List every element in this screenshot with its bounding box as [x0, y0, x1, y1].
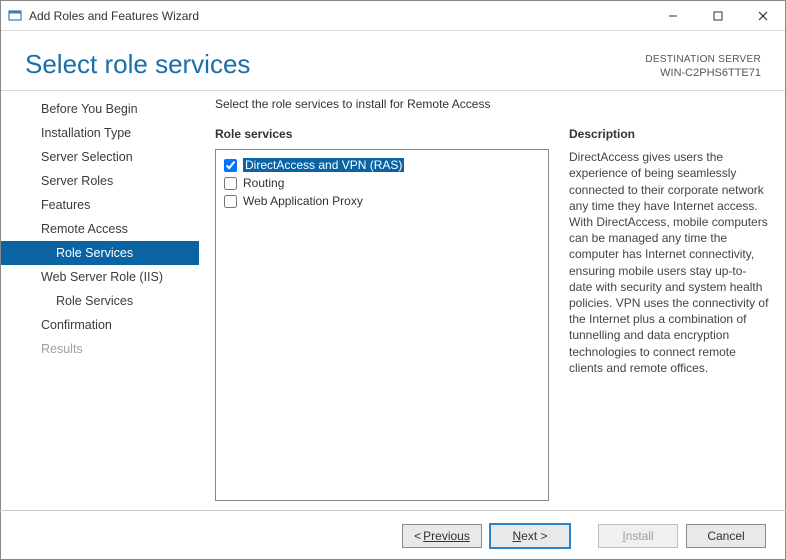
sidebar-item-3[interactable]: Server Roles	[1, 169, 199, 193]
description-heading: Description	[569, 127, 769, 141]
role-service-row-2[interactable]: Web Application Proxy	[222, 192, 542, 210]
sidebar-item-0[interactable]: Before You Begin	[1, 97, 199, 121]
sidebar-item-9[interactable]: Confirmation	[1, 313, 199, 337]
description-text: DirectAccess gives users the experience …	[569, 149, 769, 376]
role-service-label-0: DirectAccess and VPN (RAS)	[243, 158, 404, 172]
role-service-label-2: Web Application Proxy	[243, 194, 363, 208]
install-button: Install	[598, 524, 678, 548]
main-panel: Select the role services to install for …	[199, 91, 785, 501]
sidebar-item-10: Results	[1, 337, 199, 361]
role-service-row-0[interactable]: DirectAccess and VPN (RAS)	[222, 156, 542, 174]
previous-button[interactable]: < Previous	[402, 524, 482, 548]
role-service-checkbox-0[interactable]	[224, 159, 237, 172]
description-column: Description DirectAccess gives users the…	[569, 127, 769, 501]
wizard-sidebar: Before You BeginInstallation TypeServer …	[1, 91, 199, 501]
destination-server: DESTINATION SERVER WIN-C2PHS6TTE71	[645, 53, 761, 80]
sidebar-item-2[interactable]: Server Selection	[1, 145, 199, 169]
role-service-checkbox-1[interactable]	[224, 177, 237, 190]
sidebar-item-4[interactable]: Features	[1, 193, 199, 217]
sidebar-item-8[interactable]: Role Services	[1, 289, 199, 313]
destination-label: DESTINATION SERVER	[645, 53, 761, 66]
sidebar-item-7[interactable]: Web Server Role (IIS)	[1, 265, 199, 289]
role-services-listbox[interactable]: DirectAccess and VPN (RAS) Routing Web App…	[215, 149, 549, 501]
maximize-button[interactable]	[695, 1, 740, 30]
next-button[interactable]: Next >	[490, 524, 570, 548]
cancel-button[interactable]: Cancel	[686, 524, 766, 548]
sidebar-item-1[interactable]: Installation Type	[1, 121, 199, 145]
minimize-button[interactable]	[650, 1, 695, 30]
next-label: ext >	[521, 529, 547, 543]
app-icon	[7, 8, 23, 24]
window-title: Add Roles and Features Wizard	[29, 9, 650, 23]
content: Before You BeginInstallation TypeServer …	[1, 91, 785, 501]
role-service-checkbox-2[interactable]	[224, 195, 237, 208]
previous-label: Previous	[423, 529, 470, 543]
role-service-label-1: Routing	[243, 176, 284, 190]
page-title: Select role services	[25, 49, 645, 80]
role-services-heading: Role services	[215, 127, 549, 141]
install-label: nstall	[626, 529, 654, 543]
titlebar: Add Roles and Features Wizard	[1, 1, 785, 31]
close-button[interactable]	[740, 1, 785, 30]
destination-name: WIN-C2PHS6TTE71	[645, 66, 761, 80]
sidebar-item-5[interactable]: Remote Access	[1, 217, 199, 241]
role-service-row-1[interactable]: Routing	[222, 174, 542, 192]
role-services-column: Role services DirectAccess and VPN (RAS)…	[215, 127, 549, 501]
instruction-text: Select the role services to install for …	[215, 97, 769, 111]
sidebar-item-6[interactable]: Role Services	[1, 241, 199, 265]
header: Select role services DESTINATION SERVER …	[1, 31, 785, 90]
footer: < Previous Next > Install Cancel	[0, 510, 786, 560]
